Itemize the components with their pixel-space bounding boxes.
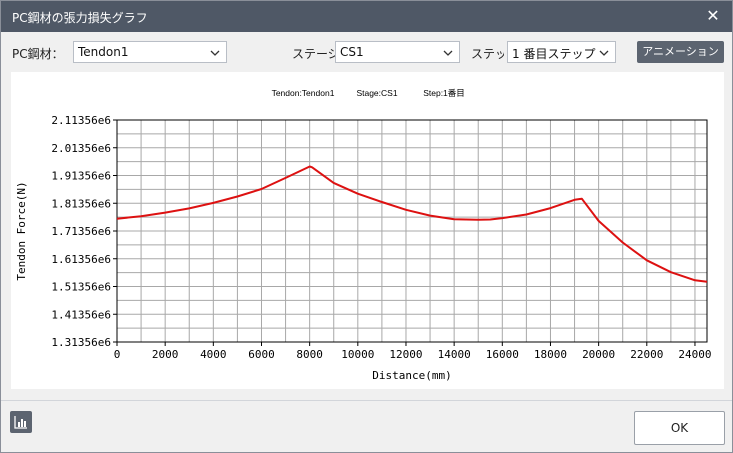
stage-select[interactable]: CS1 — [335, 41, 460, 63]
x-tick-label: 6000 — [248, 348, 275, 361]
y-tick-label: 1.61356e6 — [51, 253, 111, 266]
title-bar: PC鋼材の張力損失グラフ ✕ — [1, 1, 732, 32]
x-tick-label: 0 — [114, 348, 121, 361]
x-axis-label: Distance(mm) — [372, 369, 451, 382]
y-tick-label: 2.11356e6 — [51, 114, 111, 127]
y-tick-label: 1.41356e6 — [51, 308, 111, 321]
step-select[interactable]: 1 番目ステップ — [507, 41, 616, 63]
y-axis-label: Tendon Force(N) — [15, 181, 28, 280]
chevron-down-icon — [443, 50, 453, 56]
step-select-value: 1 番目ステップ — [512, 47, 596, 61]
y-tick-label: 2.01356e6 — [51, 142, 111, 155]
footer-divider — [1, 400, 732, 401]
y-tick-label: 1.51356e6 — [51, 281, 111, 294]
tendon-select[interactable]: Tendon1 — [73, 41, 227, 63]
x-tick-label: 8000 — [296, 348, 323, 361]
y-tick-label: 1.91356e6 — [51, 170, 111, 183]
x-tick-label: 18000 — [534, 348, 567, 361]
tendon-force-chart: Tendon:Tendon1 Stage:CS1 Step:1番目 0 2000 4… — [15, 88, 712, 382]
bar-chart-icon — [14, 416, 27, 429]
x-tick-label: 12000 — [389, 348, 422, 361]
x-tick-label: 22000 — [630, 348, 663, 361]
chart-header-stage: Stage:CS1 — [356, 88, 397, 98]
stage-select-value: CS1 — [340, 45, 364, 59]
y-tick-label: 1.71356e6 — [51, 225, 111, 238]
x-tick-label: 10000 — [341, 348, 374, 361]
x-tick-label: 4000 — [200, 348, 227, 361]
chart-options-button[interactable] — [10, 411, 32, 433]
y-tick-label: 1.81356e6 — [51, 197, 111, 210]
tendon-label: PC鋼材： — [12, 47, 64, 61]
close-icon[interactable]: ✕ — [704, 6, 722, 26]
x-tick-label: 2000 — [152, 348, 179, 361]
x-tick-label: 20000 — [582, 348, 615, 361]
chevron-down-icon — [599, 50, 609, 56]
x-tick-label: 16000 — [486, 348, 519, 361]
dialog-window: PC鋼材の張力損失グラフ ✕ PC鋼材： Tendon1 ステージ CS1 ステ… — [0, 0, 733, 453]
x-tick-label: 14000 — [438, 348, 471, 361]
x-tick-label: 24000 — [678, 348, 711, 361]
chart-header-step: Step:1番目 — [423, 88, 465, 98]
chevron-down-icon — [210, 50, 220, 56]
window-title: PC鋼材の張力損失グラフ — [12, 11, 148, 25]
ok-button[interactable]: OK — [634, 411, 725, 445]
stage-label: ステージ — [292, 47, 340, 61]
tendon-select-value: Tendon1 — [78, 45, 129, 59]
chart-header-tendon: Tendon:Tendon1 — [272, 88, 335, 98]
tendon-force-series-line — [116, 165, 708, 283]
chart-panel: Tendon:Tendon1 Stage:CS1 Step:1番目 0 2000 4… — [11, 72, 724, 389]
step-label: ステップ — [471, 47, 504, 61]
animation-button[interactable]: アニメーション — [637, 41, 724, 63]
y-tick-label: 1.31356e6 — [51, 336, 111, 349]
